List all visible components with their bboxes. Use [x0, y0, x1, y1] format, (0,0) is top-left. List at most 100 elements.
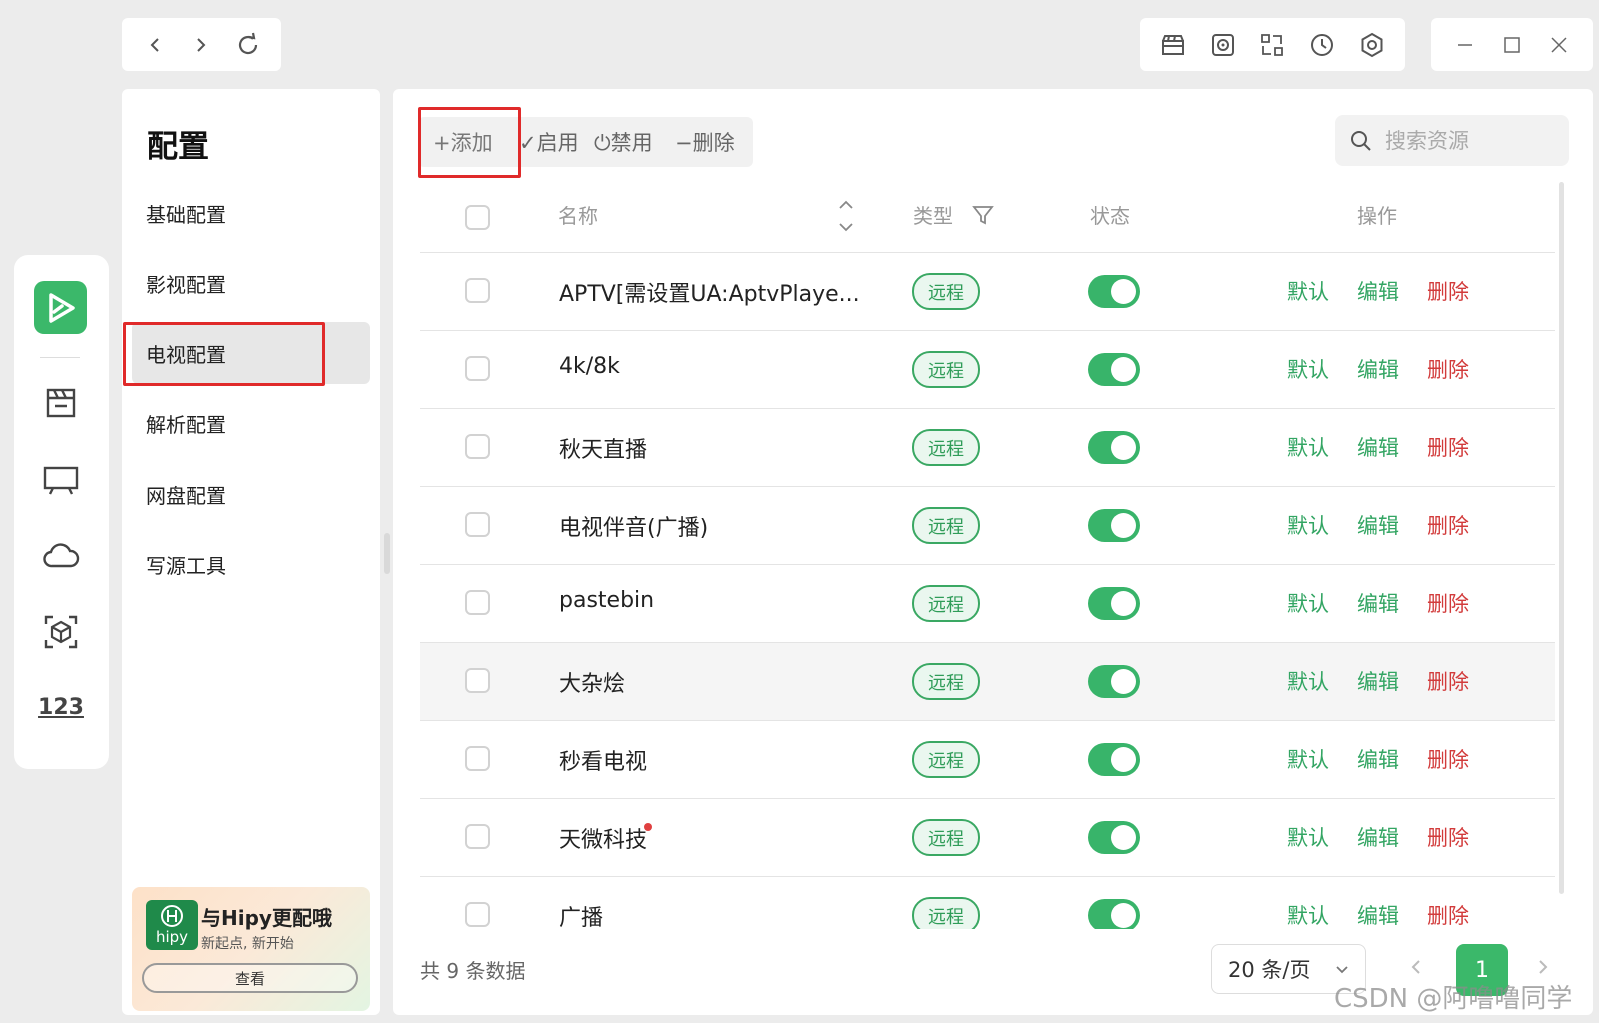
promo-subtitle: 新起点, 新开始	[201, 936, 294, 952]
delete-link[interactable]: 删除	[1427, 588, 1469, 618]
delete-link[interactable]: 删除	[1427, 822, 1469, 852]
menu-item-basic-config[interactable]: 基础配置	[132, 182, 370, 244]
cube-scan-icon[interactable]	[40, 611, 82, 653]
delete-link[interactable]: 删除	[1427, 276, 1469, 306]
row-checkbox[interactable]	[465, 668, 490, 693]
set-default-link[interactable]: 默认	[1287, 276, 1329, 306]
table-row: APTV[需设置UA:AptvPlaye... 远程 默认 编辑 删除	[420, 253, 1555, 331]
status-toggle[interactable]	[1088, 353, 1140, 386]
set-default-link[interactable]: 默认	[1287, 588, 1329, 618]
minimize-icon[interactable]	[1447, 27, 1483, 63]
back-icon[interactable]	[137, 27, 173, 63]
close-icon[interactable]	[1541, 27, 1577, 63]
notification-dot	[644, 823, 652, 831]
status-toggle[interactable]	[1088, 821, 1140, 854]
status-toggle[interactable]	[1088, 665, 1140, 698]
delete-selected-button[interactable]: −删除	[675, 117, 735, 167]
filter-icon[interactable]	[972, 204, 994, 230]
edit-link[interactable]: 编辑	[1357, 744, 1399, 774]
row-checkbox[interactable]	[465, 746, 490, 771]
row-checkbox[interactable]	[465, 278, 490, 303]
film-clapper-icon[interactable]	[1155, 27, 1191, 63]
forward-icon[interactable]	[183, 27, 219, 63]
page-title: 配置	[147, 129, 209, 165]
table-scrollbar[interactable]	[1559, 182, 1564, 894]
row-checkbox[interactable]	[465, 356, 490, 381]
set-default-link[interactable]: 默认	[1287, 354, 1329, 384]
delete-link[interactable]: 删除	[1427, 666, 1469, 696]
search-input[interactable]	[1385, 128, 1555, 153]
source-name: APTV[需设置UA:AptvPlaye...	[559, 282, 860, 307]
highlight-box-tv-config	[123, 322, 325, 386]
edit-link[interactable]: 编辑	[1357, 822, 1399, 852]
history-icon[interactable]	[1304, 27, 1340, 63]
table-row: 电视伴音(广播) 远程 默认 编辑 删除	[420, 487, 1555, 565]
edit-link[interactable]: 编辑	[1357, 666, 1399, 696]
type-badge: 远程	[912, 663, 980, 700]
row-checkbox[interactable]	[465, 824, 490, 849]
status-toggle[interactable]	[1088, 431, 1140, 464]
set-default-link[interactable]: 默认	[1287, 432, 1329, 462]
status-toggle[interactable]	[1088, 899, 1140, 929]
toggle-knob	[1111, 435, 1136, 460]
edit-link[interactable]: 编辑	[1357, 432, 1399, 462]
delete-link[interactable]: 删除	[1427, 354, 1469, 384]
edit-link[interactable]: 编辑	[1357, 510, 1399, 540]
delete-link[interactable]: 删除	[1427, 510, 1469, 540]
menu-item-parse-config[interactable]: 解析配置	[132, 392, 370, 454]
disc-icon[interactable]	[1205, 27, 1241, 63]
row-checkbox[interactable]	[465, 434, 490, 459]
status-toggle[interactable]	[1088, 275, 1140, 308]
edit-link[interactable]: 编辑	[1357, 354, 1399, 384]
search-icon	[1351, 130, 1371, 151]
menu-item-netdisk-config[interactable]: 网盘配置	[132, 463, 370, 525]
menu-item-movie-config[interactable]: 影视配置	[132, 252, 370, 314]
highlight-box-add	[418, 107, 521, 178]
film-box-icon[interactable]	[40, 382, 82, 424]
type-badge: 远程	[912, 507, 980, 544]
panel-resize-handle[interactable]	[384, 533, 390, 574]
row-checkbox[interactable]	[465, 902, 490, 927]
watermark: CSDN @阿噜噜同学	[1334, 984, 1573, 1014]
status-toggle[interactable]	[1088, 587, 1140, 620]
edit-link[interactable]: 编辑	[1357, 588, 1399, 618]
status-toggle[interactable]	[1088, 509, 1140, 542]
delete-link[interactable]: 删除	[1427, 744, 1469, 774]
tv-icon[interactable]	[40, 459, 82, 501]
promo-view-button[interactable]: 查看	[142, 963, 358, 993]
translate-icon[interactable]	[1254, 27, 1290, 63]
app-logo-icon[interactable]	[34, 281, 87, 334]
delete-link[interactable]: 删除	[1427, 432, 1469, 462]
type-badge: 远程	[912, 351, 980, 388]
row-checkbox[interactable]	[465, 512, 490, 537]
maximize-icon[interactable]	[1494, 27, 1530, 63]
status-toggle[interactable]	[1088, 743, 1140, 776]
source-name: 4k/8k	[559, 354, 620, 379]
disable-button[interactable]: ⏻禁用	[594, 117, 653, 167]
table-body: APTV[需设置UA:AptvPlaye... 远程 默认 编辑 删除 4k/8…	[420, 253, 1555, 929]
select-all-checkbox[interactable]	[465, 205, 490, 230]
sort-icon[interactable]	[836, 198, 856, 238]
set-default-link[interactable]: 默认	[1287, 666, 1329, 696]
set-default-link[interactable]: 默认	[1287, 900, 1329, 929]
set-default-link[interactable]: 默认	[1287, 822, 1329, 852]
toggle-knob	[1111, 825, 1136, 850]
set-default-link[interactable]: 默认	[1287, 744, 1329, 774]
column-header-actions: 操作	[1357, 204, 1397, 228]
hipy-logo-icon	[161, 905, 183, 927]
total-count: 共 9 条数据	[420, 959, 526, 983]
row-checkbox[interactable]	[465, 590, 490, 615]
delete-link[interactable]: 删除	[1427, 900, 1469, 929]
refresh-icon[interactable]	[230, 27, 266, 63]
rail-divider	[40, 357, 80, 358]
menu-item-label: 基础配置	[146, 202, 226, 227]
enable-button[interactable]: ✓启用	[519, 117, 579, 167]
settings-hex-icon[interactable]	[1354, 27, 1390, 63]
edit-link[interactable]: 编辑	[1357, 276, 1399, 306]
numbers-123-icon[interactable]: 123	[38, 686, 84, 728]
table-row: 广播 远程 默认 编辑 删除	[420, 877, 1555, 929]
cloud-icon[interactable]	[40, 535, 82, 577]
menu-item-source-tools[interactable]: 写源工具	[132, 533, 370, 595]
edit-link[interactable]: 编辑	[1357, 900, 1399, 929]
set-default-link[interactable]: 默认	[1287, 510, 1329, 540]
